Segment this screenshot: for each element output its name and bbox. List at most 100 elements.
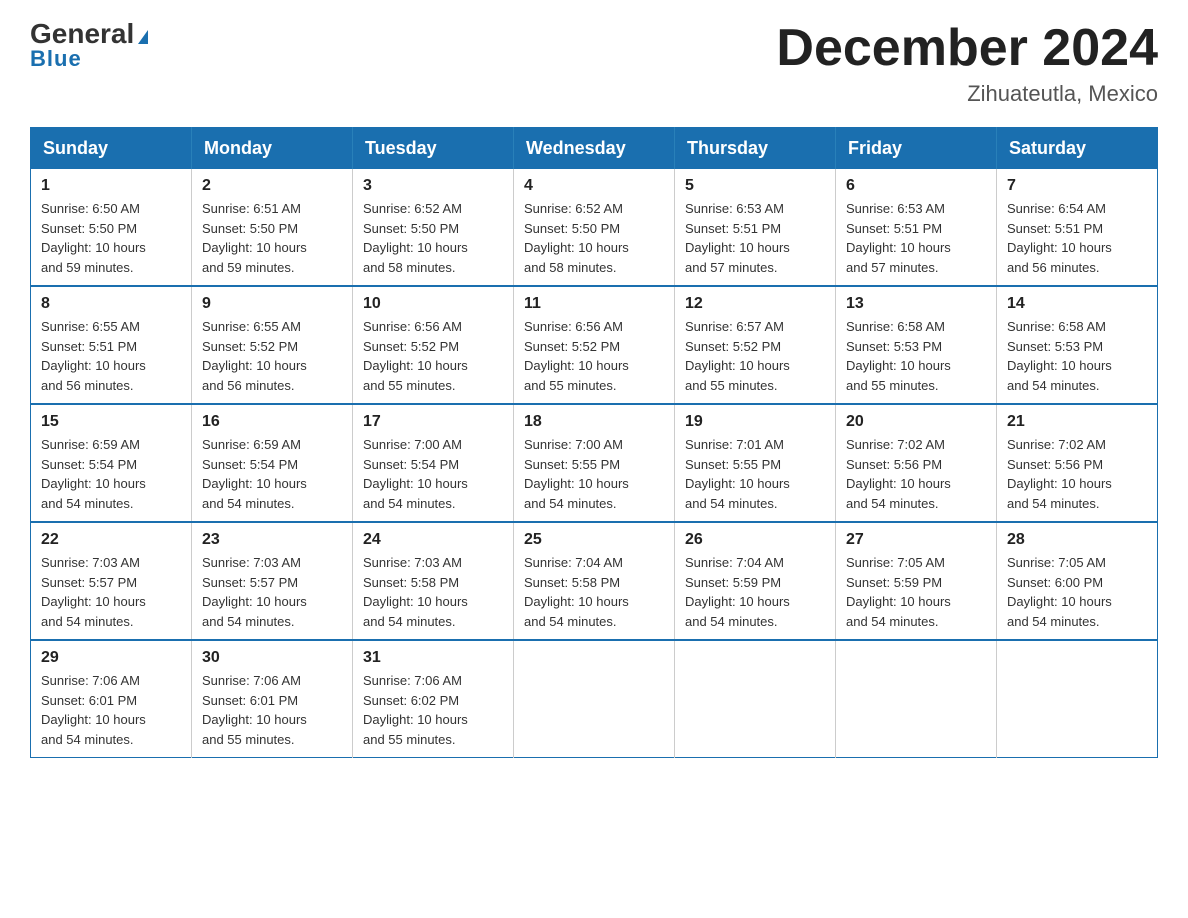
day-info: Sunrise: 6:59 AMSunset: 5:54 PMDaylight:… <box>41 435 181 513</box>
day-number: 29 <box>41 649 181 667</box>
calendar-day-cell: 14 Sunrise: 6:58 AMSunset: 5:53 PMDaylig… <box>997 286 1158 404</box>
calendar-day-cell: 4 Sunrise: 6:52 AMSunset: 5:50 PMDayligh… <box>514 169 675 286</box>
logo-blue-text: Blue <box>30 46 82 72</box>
header-wednesday: Wednesday <box>514 128 675 170</box>
logo: General Blue <box>30 20 148 72</box>
calendar-day-cell: 21 Sunrise: 7:02 AMSunset: 5:56 PMDaylig… <box>997 404 1158 522</box>
calendar-week-row: 29 Sunrise: 7:06 AMSunset: 6:01 PMDaylig… <box>31 640 1158 758</box>
day-info: Sunrise: 6:55 AMSunset: 5:51 PMDaylight:… <box>41 317 181 395</box>
day-number: 30 <box>202 649 342 667</box>
day-number: 2 <box>202 177 342 195</box>
day-info: Sunrise: 7:00 AMSunset: 5:55 PMDaylight:… <box>524 435 664 513</box>
day-number: 13 <box>846 295 986 313</box>
calendar-day-cell: 24 Sunrise: 7:03 AMSunset: 5:58 PMDaylig… <box>353 522 514 640</box>
calendar-day-cell: 9 Sunrise: 6:55 AMSunset: 5:52 PMDayligh… <box>192 286 353 404</box>
day-info: Sunrise: 7:03 AMSunset: 5:57 PMDaylight:… <box>202 553 342 631</box>
day-info: Sunrise: 6:58 AMSunset: 5:53 PMDaylight:… <box>1007 317 1147 395</box>
calendar-day-cell: 31 Sunrise: 7:06 AMSunset: 6:02 PMDaylig… <box>353 640 514 758</box>
header-sunday: Sunday <box>31 128 192 170</box>
calendar-day-cell: 3 Sunrise: 6:52 AMSunset: 5:50 PMDayligh… <box>353 169 514 286</box>
day-info: Sunrise: 6:57 AMSunset: 5:52 PMDaylight:… <box>685 317 825 395</box>
calendar-day-cell: 5 Sunrise: 6:53 AMSunset: 5:51 PMDayligh… <box>675 169 836 286</box>
day-number: 10 <box>363 295 503 313</box>
day-number: 5 <box>685 177 825 195</box>
day-info: Sunrise: 6:56 AMSunset: 5:52 PMDaylight:… <box>363 317 503 395</box>
day-info: Sunrise: 6:52 AMSunset: 5:50 PMDaylight:… <box>524 199 664 277</box>
day-info: Sunrise: 7:03 AMSunset: 5:58 PMDaylight:… <box>363 553 503 631</box>
calendar-day-cell: 25 Sunrise: 7:04 AMSunset: 5:58 PMDaylig… <box>514 522 675 640</box>
calendar-day-cell: 17 Sunrise: 7:00 AMSunset: 5:54 PMDaylig… <box>353 404 514 522</box>
logo-name: General <box>30 20 148 48</box>
calendar-day-cell: 29 Sunrise: 7:06 AMSunset: 6:01 PMDaylig… <box>31 640 192 758</box>
day-info: Sunrise: 6:59 AMSunset: 5:54 PMDaylight:… <box>202 435 342 513</box>
day-info: Sunrise: 6:50 AMSunset: 5:50 PMDaylight:… <box>41 199 181 277</box>
calendar-day-cell: 18 Sunrise: 7:00 AMSunset: 5:55 PMDaylig… <box>514 404 675 522</box>
day-number: 16 <box>202 413 342 431</box>
day-number: 3 <box>363 177 503 195</box>
day-number: 24 <box>363 531 503 549</box>
header-monday: Monday <box>192 128 353 170</box>
day-info: Sunrise: 6:51 AMSunset: 5:50 PMDaylight:… <box>202 199 342 277</box>
day-info: Sunrise: 6:55 AMSunset: 5:52 PMDaylight:… <box>202 317 342 395</box>
day-info: Sunrise: 6:54 AMSunset: 5:51 PMDaylight:… <box>1007 199 1147 277</box>
calendar-day-cell: 28 Sunrise: 7:05 AMSunset: 6:00 PMDaylig… <box>997 522 1158 640</box>
day-number: 8 <box>41 295 181 313</box>
day-number: 12 <box>685 295 825 313</box>
page-header: General Blue December 2024 Zihuateutla, … <box>30 20 1158 107</box>
day-number: 20 <box>846 413 986 431</box>
day-number: 1 <box>41 177 181 195</box>
day-number: 22 <box>41 531 181 549</box>
day-info: Sunrise: 7:05 AMSunset: 5:59 PMDaylight:… <box>846 553 986 631</box>
header-tuesday: Tuesday <box>353 128 514 170</box>
calendar-day-cell <box>675 640 836 758</box>
month-year-title: December 2024 <box>776 20 1158 77</box>
calendar-day-cell: 30 Sunrise: 7:06 AMSunset: 6:01 PMDaylig… <box>192 640 353 758</box>
calendar-day-cell: 16 Sunrise: 6:59 AMSunset: 5:54 PMDaylig… <box>192 404 353 522</box>
day-info: Sunrise: 7:06 AMSunset: 6:02 PMDaylight:… <box>363 671 503 749</box>
day-info: Sunrise: 7:05 AMSunset: 6:00 PMDaylight:… <box>1007 553 1147 631</box>
day-number: 4 <box>524 177 664 195</box>
day-info: Sunrise: 7:01 AMSunset: 5:55 PMDaylight:… <box>685 435 825 513</box>
day-number: 23 <box>202 531 342 549</box>
day-info: Sunrise: 7:04 AMSunset: 5:58 PMDaylight:… <box>524 553 664 631</box>
day-number: 7 <box>1007 177 1147 195</box>
calendar-day-cell: 11 Sunrise: 6:56 AMSunset: 5:52 PMDaylig… <box>514 286 675 404</box>
day-info: Sunrise: 6:53 AMSunset: 5:51 PMDaylight:… <box>846 199 986 277</box>
day-number: 28 <box>1007 531 1147 549</box>
calendar-day-cell <box>997 640 1158 758</box>
day-info: Sunrise: 6:52 AMSunset: 5:50 PMDaylight:… <box>363 199 503 277</box>
day-number: 26 <box>685 531 825 549</box>
calendar-day-cell: 1 Sunrise: 6:50 AMSunset: 5:50 PMDayligh… <box>31 169 192 286</box>
calendar-week-row: 22 Sunrise: 7:03 AMSunset: 5:57 PMDaylig… <box>31 522 1158 640</box>
calendar-day-cell: 13 Sunrise: 6:58 AMSunset: 5:53 PMDaylig… <box>836 286 997 404</box>
calendar-day-cell: 8 Sunrise: 6:55 AMSunset: 5:51 PMDayligh… <box>31 286 192 404</box>
header-saturday: Saturday <box>997 128 1158 170</box>
calendar-day-cell: 26 Sunrise: 7:04 AMSunset: 5:59 PMDaylig… <box>675 522 836 640</box>
header-friday: Friday <box>836 128 997 170</box>
calendar-day-cell: 7 Sunrise: 6:54 AMSunset: 5:51 PMDayligh… <box>997 169 1158 286</box>
day-info: Sunrise: 7:04 AMSunset: 5:59 PMDaylight:… <box>685 553 825 631</box>
day-number: 9 <box>202 295 342 313</box>
day-number: 17 <box>363 413 503 431</box>
calendar-day-cell: 15 Sunrise: 6:59 AMSunset: 5:54 PMDaylig… <box>31 404 192 522</box>
calendar-day-cell: 20 Sunrise: 7:02 AMSunset: 5:56 PMDaylig… <box>836 404 997 522</box>
calendar-day-cell <box>836 640 997 758</box>
day-number: 11 <box>524 295 664 313</box>
day-number: 21 <box>1007 413 1147 431</box>
day-info: Sunrise: 7:02 AMSunset: 5:56 PMDaylight:… <box>1007 435 1147 513</box>
day-info: Sunrise: 6:56 AMSunset: 5:52 PMDaylight:… <box>524 317 664 395</box>
calendar-day-cell: 6 Sunrise: 6:53 AMSunset: 5:51 PMDayligh… <box>836 169 997 286</box>
day-info: Sunrise: 7:06 AMSunset: 6:01 PMDaylight:… <box>41 671 181 749</box>
calendar-week-row: 15 Sunrise: 6:59 AMSunset: 5:54 PMDaylig… <box>31 404 1158 522</box>
location-subtitle: Zihuateutla, Mexico <box>776 81 1158 107</box>
day-number: 6 <box>846 177 986 195</box>
day-info: Sunrise: 7:03 AMSunset: 5:57 PMDaylight:… <box>41 553 181 631</box>
calendar-day-cell: 22 Sunrise: 7:03 AMSunset: 5:57 PMDaylig… <box>31 522 192 640</box>
day-number: 27 <box>846 531 986 549</box>
calendar-day-cell: 12 Sunrise: 6:57 AMSunset: 5:52 PMDaylig… <box>675 286 836 404</box>
calendar-day-cell: 10 Sunrise: 6:56 AMSunset: 5:52 PMDaylig… <box>353 286 514 404</box>
day-info: Sunrise: 7:06 AMSunset: 6:01 PMDaylight:… <box>202 671 342 749</box>
calendar-day-cell: 23 Sunrise: 7:03 AMSunset: 5:57 PMDaylig… <box>192 522 353 640</box>
day-number: 18 <box>524 413 664 431</box>
calendar-week-row: 1 Sunrise: 6:50 AMSunset: 5:50 PMDayligh… <box>31 169 1158 286</box>
